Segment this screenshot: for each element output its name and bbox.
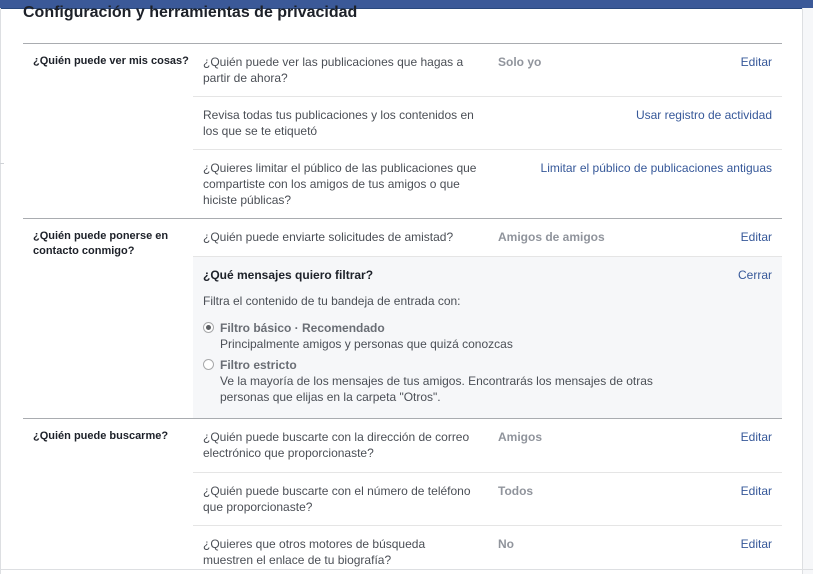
setting-question: ¿Quieres limitar el público de las publi… — [203, 161, 477, 207]
setting-question: ¿Quién puede ver las publicaciones que h… — [203, 55, 464, 85]
radio-button-selected[interactable] — [203, 322, 214, 333]
edit-link[interactable]: Editar — [741, 429, 772, 445]
left-divider-notch — [0, 163, 4, 164]
setting-value: No — [498, 537, 514, 551]
message-filter-panel: ¿Qué mensajes quiero filtrar? Cerrar Fil… — [193, 256, 782, 419]
filter-option-title: Filtro básico · Recomendado — [220, 321, 385, 335]
filter-option-text: Filtro básico · Recomendado Principalmen… — [220, 320, 513, 352]
setting-value: Solo yo — [498, 55, 542, 69]
setting-value: Amigos de amigos — [498, 230, 605, 244]
setting-row-limit-past-posts: ¿Quieres limitar el público de las publi… — [193, 149, 782, 220]
edit-link[interactable]: Editar — [741, 54, 772, 70]
right-scroll-gutter — [803, 8, 813, 574]
left-border — [0, 8, 1, 574]
filter-option-title: Filtro estricto — [220, 358, 297, 372]
setting-question: Revisa todas tus publicaciones y los con… — [203, 108, 474, 138]
setting-question: ¿Quieres que otros motores de búsqueda m… — [203, 537, 426, 567]
setting-question: ¿Quién puede enviarte solicitudes de ami… — [203, 230, 454, 244]
setting-row-search-by-email: ¿Quién puede buscarte con la dirección d… — [193, 419, 782, 471]
setting-question: ¿Quién puede buscarte con el número de t… — [203, 484, 471, 514]
activity-log-link[interactable]: Usar registro de actividad — [636, 107, 772, 123]
edit-link[interactable]: Editar — [741, 483, 772, 499]
filter-option-description: Ve la mayoría de los mensajes de tus ami… — [220, 374, 653, 404]
radio-button[interactable] — [203, 359, 214, 370]
setting-row-search-engines: ¿Quieres que otros motores de búsqueda m… — [193, 525, 782, 570]
section-label: ¿Quién puede ponerse en contacto conmigo… — [33, 230, 169, 257]
filter-option-basic[interactable]: Filtro básico · Recomendado Principalmen… — [203, 320, 743, 352]
section-label: ¿Quién puede ver mis cosas? — [33, 55, 189, 67]
close-link[interactable]: Cerrar — [738, 267, 772, 283]
setting-row-search-by-phone: ¿Quién puede buscarte con el número de t… — [193, 472, 782, 525]
filter-option-strict[interactable]: Filtro estricto Ve la mayoría de los men… — [203, 357, 743, 405]
message-filter-title: ¿Qué mensajes quiero filtrar? — [203, 268, 374, 282]
edit-link[interactable]: Editar — [741, 536, 772, 552]
setting-row-friend-requests: ¿Quién puede enviarte solicitudes de ami… — [193, 219, 782, 256]
setting-value: Todos — [498, 484, 534, 498]
section-who-can-find: ¿Quién puede buscarme? ¿Quién puede busc… — [23, 418, 782, 569]
edit-link[interactable]: Editar — [741, 229, 772, 245]
setting-question: ¿Quién puede buscarte con la dirección d… — [203, 430, 470, 460]
page-title: Configuración y herramientas de privacid… — [23, 4, 358, 21]
filter-option-text: Filtro estricto Ve la mayoría de los men… — [220, 357, 690, 405]
setting-row-review-posts: Revisa todas tus publicaciones y los con… — [193, 96, 782, 149]
limit-past-posts-link[interactable]: Limitar el público de publicaciones anti… — [541, 160, 772, 176]
section-who-can-see: ¿Quién puede ver mis cosas? ¿Quién puede… — [23, 43, 782, 219]
section-label: ¿Quién puede buscarme? — [33, 430, 169, 442]
filter-option-description: Principalmente amigos y personas que qui… — [220, 337, 513, 351]
setting-value: Amigos — [498, 430, 543, 444]
section-who-can-contact: ¿Quién puede ponerse en contacto conmigo… — [23, 218, 782, 419]
setting-row-future-posts: ¿Quién puede ver las publicaciones que h… — [193, 44, 782, 96]
message-filter-subtitle: Filtra el contenido de tu bandeja de ent… — [203, 294, 461, 308]
right-border — [802, 8, 803, 574]
